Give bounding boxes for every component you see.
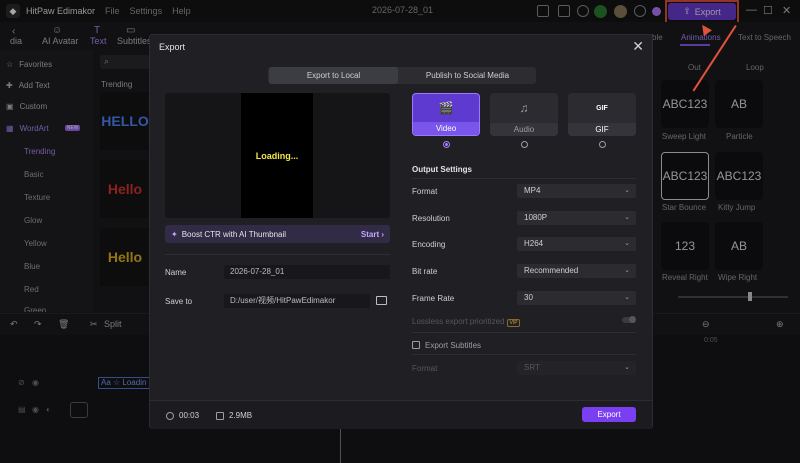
format-card-video[interactable]: 🎬 Video bbox=[412, 93, 480, 136]
export-dialog: Export ✕ Export to Local Publish to Soci… bbox=[149, 34, 653, 429]
size-value: 2.9MB bbox=[229, 411, 253, 420]
bitrate-select[interactable]: Recommended ⌄ bbox=[517, 264, 636, 278]
video-preview: Loading... bbox=[165, 93, 390, 218]
resolution-label: Resolution bbox=[412, 214, 450, 223]
export-button[interactable]: Export bbox=[582, 407, 636, 422]
divider bbox=[412, 354, 636, 355]
video-icon: 🎬 bbox=[438, 101, 454, 115]
radio-audio[interactable] bbox=[521, 141, 528, 148]
file-size-icon bbox=[216, 411, 224, 420]
format-label: Format bbox=[412, 187, 438, 196]
chevron-down-icon: ⌄ bbox=[624, 240, 630, 247]
export-subtitles-label: Export Subtitles bbox=[425, 341, 482, 350]
boost-text: Boost CTR with AI Thumbnail bbox=[181, 229, 287, 239]
divider bbox=[165, 254, 390, 255]
export-destination-tabs: Export to Local Publish to Social Media bbox=[268, 67, 536, 84]
subtitle-format-select: SRT ⌄ bbox=[517, 361, 636, 375]
size-info: 2.9MB bbox=[216, 411, 252, 420]
duration-info: 00:03 bbox=[166, 411, 199, 420]
music-icon: ♫ bbox=[519, 101, 529, 115]
chevron-down-icon: ⌄ bbox=[624, 267, 630, 274]
chevron-down-icon: ⌄ bbox=[624, 214, 630, 221]
name-input[interactable]: 2026-07-28_01 bbox=[224, 265, 390, 279]
chevron-down-icon: ⌄ bbox=[624, 187, 630, 194]
dialog-title: Export bbox=[159, 42, 186, 52]
divider bbox=[412, 332, 636, 333]
format-label: Audio bbox=[490, 123, 558, 136]
format-label: Video bbox=[413, 122, 479, 135]
dialog-footer: 00:03 2.9MB Export bbox=[150, 400, 652, 429]
boost-ctr-banner[interactable]: ✦ Boost CTR with AI Thumbnail Start › bbox=[165, 225, 390, 243]
vip-badge: VIP bbox=[507, 319, 520, 327]
bitrate-label: Bit rate bbox=[412, 267, 438, 276]
encoding-select[interactable]: H264 ⌄ bbox=[517, 237, 636, 251]
chevron-down-icon: ⌄ bbox=[624, 364, 630, 371]
format-label: GIF bbox=[568, 123, 636, 136]
preview-loading-text: Loading... bbox=[241, 93, 313, 218]
lossless-toggle[interactable] bbox=[622, 316, 636, 323]
export-subtitles-checkbox[interactable] bbox=[412, 341, 420, 349]
saveto-input[interactable]: D:/user/视频/HitPawEdimakor bbox=[224, 294, 370, 308]
name-label: Name bbox=[165, 268, 187, 277]
radio-video[interactable] bbox=[443, 141, 450, 148]
close-icon[interactable]: ✕ bbox=[632, 38, 644, 55]
format-card-gif[interactable]: GIF GIF bbox=[568, 93, 636, 136]
saveto-label: Save to bbox=[165, 297, 193, 306]
tab-export-to-local[interactable]: Export to Local bbox=[269, 67, 398, 84]
folder-icon[interactable] bbox=[376, 296, 387, 305]
app-window: ◆ HitPaw Edimakor File Settings Help 202… bbox=[0, 0, 800, 463]
framerate-select[interactable]: 30 ⌄ bbox=[517, 291, 636, 305]
format-card-audio[interactable]: ♫ Audio bbox=[490, 93, 558, 136]
lossless-label: Lossless export prioritized VIP bbox=[412, 317, 520, 327]
tab-publish-to-social[interactable]: Publish to Social Media bbox=[401, 67, 534, 84]
framerate-label: Frame Rate bbox=[412, 294, 455, 303]
divider bbox=[412, 178, 636, 179]
format-select[interactable]: MP4 ⌄ bbox=[517, 184, 636, 198]
sparkle-icon: ✦ bbox=[171, 229, 178, 239]
resolution-select[interactable]: 1080P ⌄ bbox=[517, 211, 636, 225]
duration-value: 00:03 bbox=[179, 411, 200, 420]
encoding-label: Encoding bbox=[412, 240, 446, 249]
chevron-down-icon: ⌄ bbox=[624, 294, 630, 301]
output-settings-title: Output Settings bbox=[412, 165, 472, 174]
boost-start-button[interactable]: Start › bbox=[361, 230, 384, 239]
clock-icon bbox=[166, 411, 174, 420]
radio-gif[interactable] bbox=[599, 141, 606, 148]
subtitle-format-label: Format bbox=[412, 364, 438, 373]
gif-icon: GIF bbox=[596, 104, 608, 112]
